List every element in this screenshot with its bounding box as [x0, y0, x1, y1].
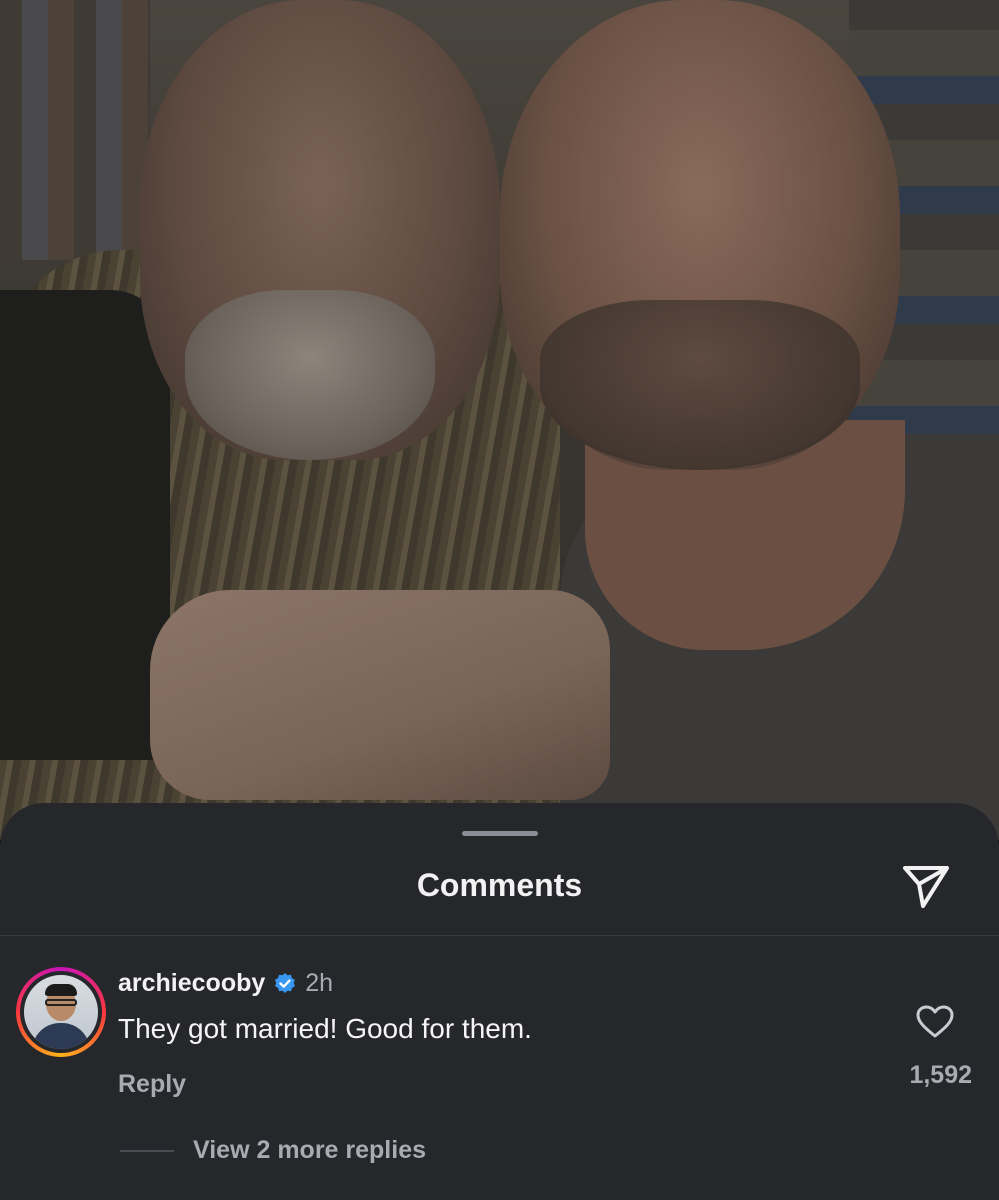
send-icon — [903, 866, 949, 908]
header-divider — [0, 935, 999, 936]
comments-sheet: Comments archiecooby 2h They got married… — [0, 803, 999, 1200]
clasped-hands — [150, 590, 610, 800]
background-wall-left — [0, 0, 150, 260]
view-more-replies-button[interactable]: View 2 more replies — [193, 1136, 426, 1165]
like-button[interactable] — [912, 1001, 958, 1043]
heart-icon — [916, 1005, 954, 1038]
sheet-title: Comments — [416, 867, 583, 903]
like-count: 1,592 — [909, 1061, 972, 1089]
person-left-vest — [0, 290, 170, 760]
post-photo — [0, 0, 999, 840]
comment-header: archiecooby 2h — [118, 969, 333, 998]
share-button[interactable] — [898, 861, 954, 913]
comment-timestamp: 2h — [305, 969, 334, 997]
person-left-beard — [185, 290, 435, 460]
comment-item: archiecooby 2h They got married! Good fo… — [0, 963, 999, 1193]
comment-username[interactable]: archiecooby — [118, 969, 265, 998]
app-screen: Comments archiecooby 2h They got married… — [0, 0, 999, 1200]
avatar — [24, 975, 98, 1049]
comment-text: They got married! Good for them. — [118, 1013, 532, 1044]
sheet-grabber-handle[interactable] — [462, 831, 538, 836]
avatar-story-ring[interactable] — [16, 967, 106, 1057]
verified-badge-icon — [275, 972, 296, 993]
person-right-beard — [540, 300, 860, 470]
replies-indent-line — [120, 1150, 174, 1152]
reply-button[interactable]: Reply — [118, 1070, 186, 1099]
